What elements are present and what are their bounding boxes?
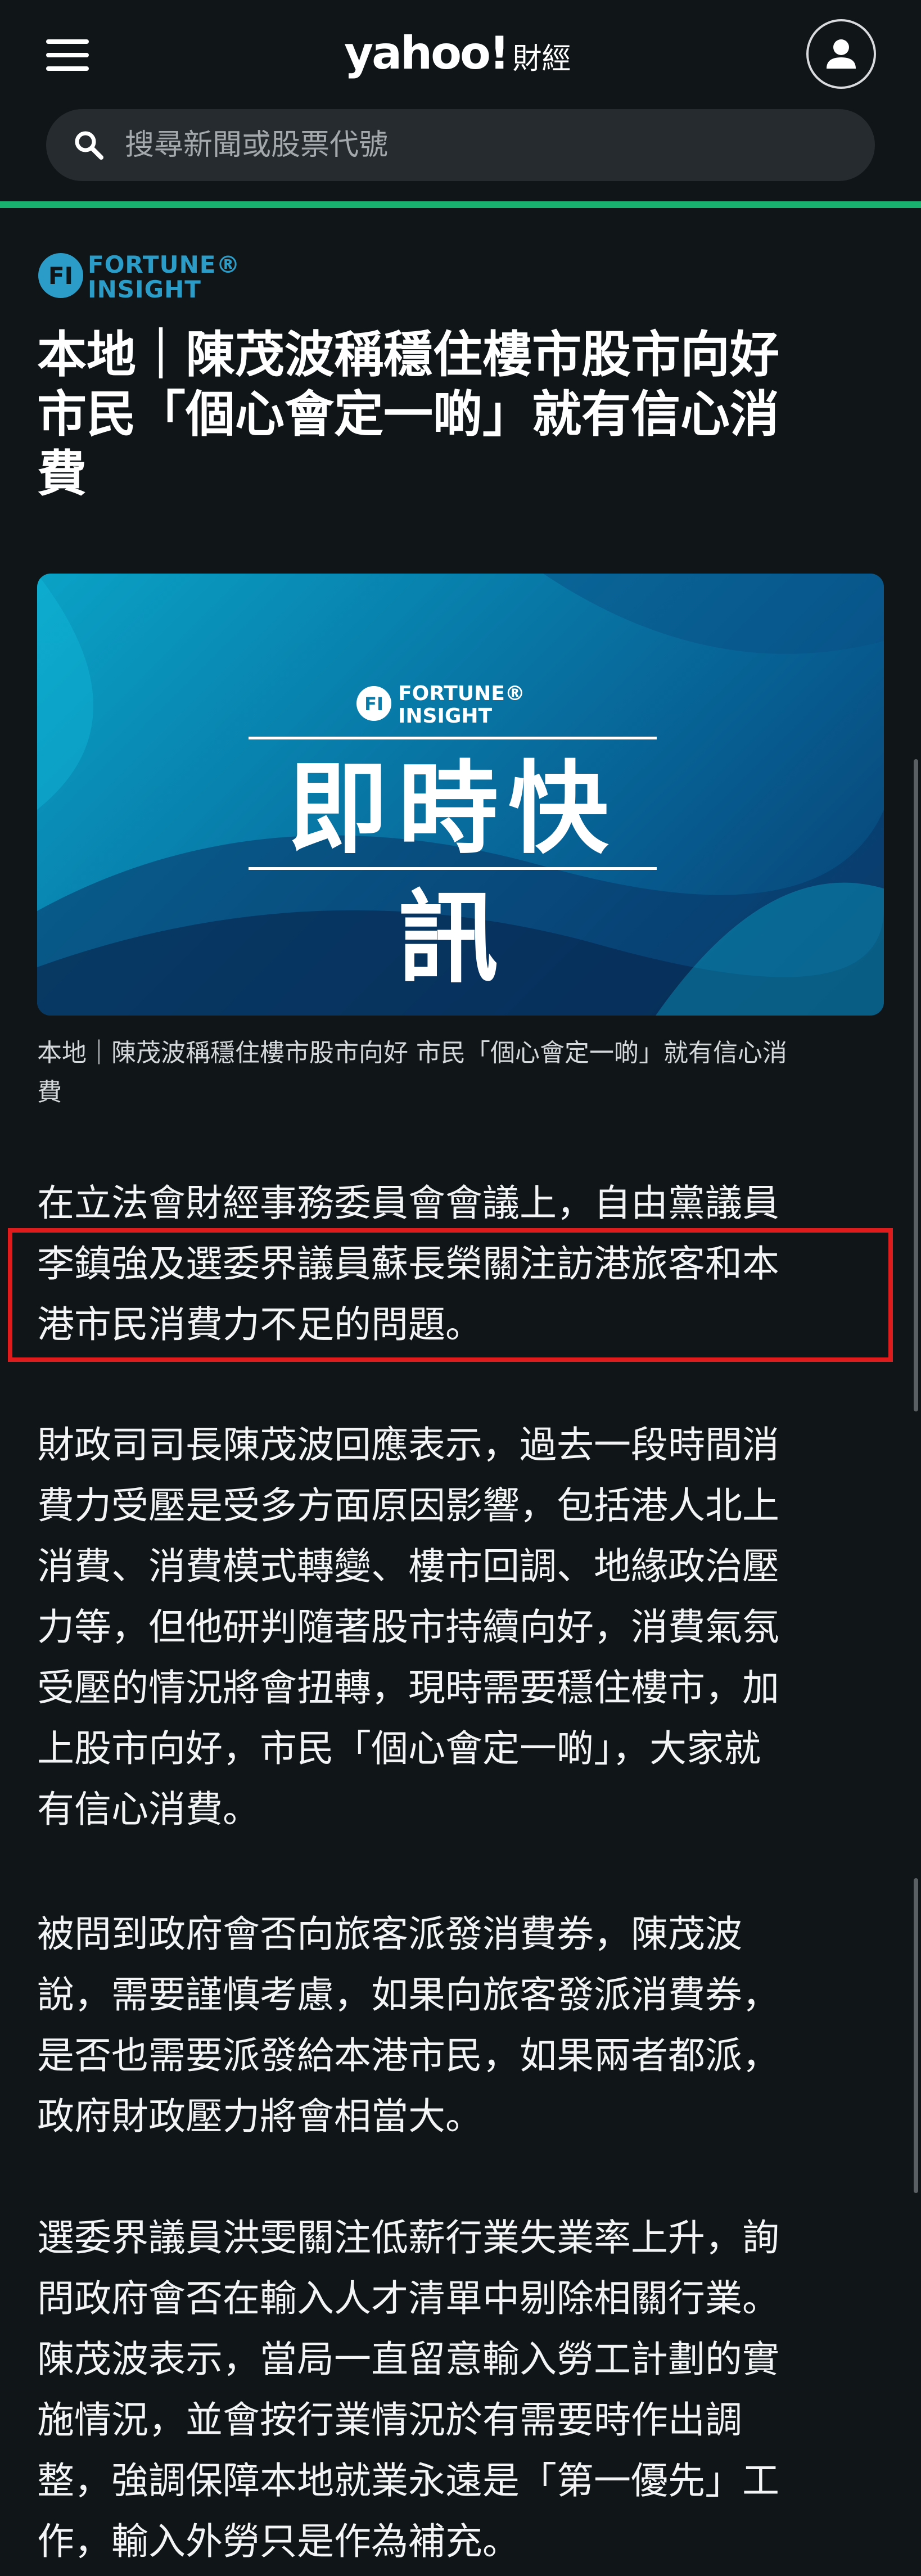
hero-logo: FI FORTUNE® INSIGHT <box>355 680 580 728</box>
paragraph-line: 施情況，並會按行業情況於有需要時作出調 <box>37 2398 742 2442</box>
caption-line: 本地｜陳茂波稱穩住樓市股市向好 市民「個心會定一啲」就有信心消 <box>37 1039 787 1067</box>
paragraph-line: 上股市向好，市民「個心會定一啲」，大家就 <box>37 1727 761 1770</box>
svg-text:FI: FI <box>48 262 73 290</box>
top-bar: yahoo! 財經 搜尋新聞或股票代號 <box>0 0 921 202</box>
scrollbar-thumb-secondary[interactable] <box>914 1878 918 2193</box>
paragraph-line: 政府財政壓力將會相當大。 <box>37 2095 482 2138</box>
page: yahoo! 財經 搜尋新聞或股票代號 FI FORTUNE® INSIGHT <box>0 0 921 2576</box>
menu-icon[interactable] <box>46 39 89 71</box>
logo-sub-text: 財經 <box>512 42 571 76</box>
paragraph-line: 選委界議員洪雯關注低薪行業失業率上升，詢 <box>37 2216 779 2259</box>
source-logo-line-2: INSIGHT <box>88 276 201 303</box>
highlight-annotation-box <box>8 1228 893 1362</box>
paragraph-line: 有信心消費。 <box>37 1788 260 1831</box>
paragraph-line: 力等，但他研判隨著股市持續向好，消費氣氛 <box>37 1605 779 1649</box>
logo-main-text: yahoo! <box>344 27 509 79</box>
paragraph-line: 受壓的情況將會扭轉，現時需要穩住樓市，加 <box>37 1666 779 1709</box>
fortune-insight-icon: FI <box>356 686 391 721</box>
fortune-insight-icon: FI <box>38 253 83 298</box>
paragraph-line: 是否也需要派發給本港市民，如果兩者都派， <box>37 2034 779 2077</box>
scrollbar-thumb[interactable] <box>914 759 918 1411</box>
paragraph-line: 作，輸入外勞只是作為補充。 <box>37 2520 520 2563</box>
paragraph-line: 被問到政府會否向旅客派發消費券，陳茂波 <box>37 1912 742 1956</box>
hero-image[interactable]: FI FORTUNE® INSIGHT 即時快訊 <box>37 574 884 1016</box>
search-placeholder: 搜尋新聞或股票代號 <box>125 128 389 162</box>
headline-line: 費 <box>37 445 87 503</box>
paragraph-line: 消費、消費模式轉變、樓市回調、地緣政治壓 <box>37 1545 779 1588</box>
svg-text:FI: FI <box>364 693 383 715</box>
hero-logo-line-1: FORTUNE® <box>398 682 525 705</box>
hero-logo-line-2: INSIGHT <box>398 705 493 728</box>
paragraph-line: 說，需要謹慎考慮，如果向旅客發派消費券， <box>37 1973 779 2016</box>
paragraph-line: 陳茂波表示，當局一直留意輸入勞工計劃的實 <box>37 2338 779 2381</box>
hero-title: 即時快訊 <box>288 751 618 996</box>
accent-divider <box>0 201 921 208</box>
profile-button[interactable] <box>806 19 876 89</box>
article-paragraph: 選委界議員洪雯關注低薪行業失業率上升，詢 問政府會否在輸入人才清單中剔除相關行業… <box>37 2208 881 2572</box>
paragraph-line: 整，強調保障本地就業永遠是「第一優先」工 <box>37 2459 779 2502</box>
caption-line: 費 <box>37 1078 62 1107</box>
yahoo-finance-logo[interactable]: yahoo! 財經 <box>344 27 571 83</box>
article-paragraph: 財政司司長陳茂波回應表示，過去一段時間消 費力受壓是受多方面原因影響，包括港人北… <box>37 1415 881 1840</box>
hero-rule-top <box>249 737 657 739</box>
search-input[interactable]: 搜尋新聞或股票代號 <box>46 109 875 181</box>
paragraph-line: 費力受壓是受多方面原因影響，包括港人北上 <box>37 1484 779 1527</box>
user-icon <box>827 39 856 69</box>
paragraph-line: 問政府會否在輸入人才清單中剔除相關行業。 <box>37 2277 779 2320</box>
paragraph-line: 財政司司長陳茂波回應表示，過去一段時間消 <box>37 1423 779 1467</box>
paragraph-line: 在立法會財經事務委員會會議上，自由黨議員 <box>37 1181 779 1225</box>
search-icon <box>75 131 103 160</box>
article-headline: 本地｜陳茂波稱穩住樓市股市向好 市民「個心會定一啲」就有信心消 費 <box>37 325 881 504</box>
image-caption: 本地｜陳茂波稱穩住樓市股市向好 市民「個心會定一啲」就有信心消 費 <box>37 1034 881 1112</box>
source-logo[interactable]: FI FORTUNE® INSIGHT <box>37 251 240 301</box>
hero-rule-bottom <box>249 867 657 870</box>
headline-line: 市民「個心會定一啲」就有信心消 <box>37 385 780 443</box>
article-paragraph: 被問到政府會否向旅客派發消費券，陳茂波 說，需要謹慎考慮，如果向旅客發派消費券，… <box>37 1904 881 2147</box>
headline-line: 本地｜陳茂波稱穩住樓市股市向好 <box>37 326 780 384</box>
source-logo-line-1: FORTUNE® <box>88 251 241 278</box>
